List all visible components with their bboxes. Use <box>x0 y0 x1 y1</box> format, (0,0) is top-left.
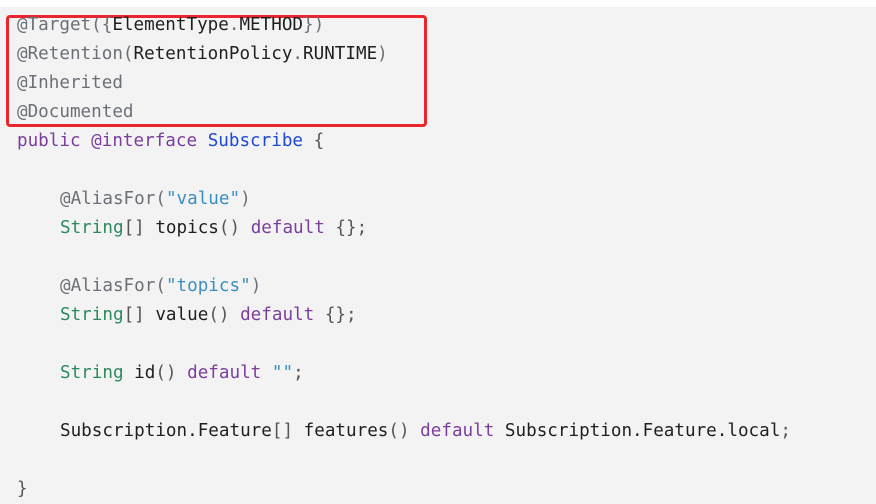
code-line: @Inherited <box>17 69 123 98</box>
code-token: ElementType <box>112 15 229 35</box>
code-line: public @interface Subscribe { <box>17 127 324 156</box>
code-token: Subscribe <box>207 131 304 151</box>
code-token: default <box>187 363 272 383</box>
code-token: topics <box>155 218 219 238</box>
code-token: METHOD <box>239 15 304 35</box>
code-token: String <box>60 363 135 383</box>
code-token: public <box>17 131 92 151</box>
code-token: }) <box>303 15 325 35</box>
code-token: . <box>292 44 304 64</box>
code-token: features <box>303 421 389 441</box>
code-token: () <box>218 218 251 238</box>
code-token: default <box>420 421 505 441</box>
code-token: Subscription.Feature.local <box>504 421 781 441</box>
code-token: RUNTIME <box>303 44 378 64</box>
code-token: String <box>60 218 124 238</box>
code-token: } <box>17 479 28 499</box>
code-line: String[] topics() default {}; <box>17 214 367 243</box>
code-line: @Retention(RetentionPolicy.RUNTIME) <box>17 40 388 69</box>
code-token: [] <box>123 218 156 238</box>
code-token: ) <box>240 189 251 209</box>
code-token: Subscription.Feature <box>60 421 272 441</box>
code-token: id <box>134 363 156 383</box>
code-token: () <box>208 305 241 325</box>
code-token: "topics" <box>165 276 251 296</box>
code-line: @AliasFor("value") <box>17 185 251 214</box>
code-token: value <box>155 305 209 325</box>
code-token: ; <box>293 363 304 383</box>
code-token: "" <box>271 363 294 383</box>
code-token: "value" <box>165 189 241 209</box>
code-token: String <box>60 305 124 325</box>
code-token: . <box>228 15 240 35</box>
code-line: @Documented <box>17 98 134 127</box>
code-token: default <box>240 305 315 325</box>
code-line: @AliasFor("topics") <box>17 272 261 301</box>
code-token: [] <box>271 421 304 441</box>
code-token: {}; <box>314 305 357 325</box>
code-token: ; <box>780 421 791 441</box>
code-line: Subscription.Feature[] features() defaul… <box>17 417 791 446</box>
code-token: @Target({ <box>17 15 113 35</box>
code-token: ) <box>377 44 388 64</box>
code-token: @Retention( <box>17 44 134 64</box>
code-token: () <box>388 421 421 441</box>
code-token: { <box>303 131 325 151</box>
code-token: ) <box>250 276 262 296</box>
code-line: } <box>17 475 28 504</box>
code-token: @Documented <box>17 102 134 122</box>
code-token: @interface <box>91 131 208 151</box>
code-token: RetentionPolicy <box>133 44 293 64</box>
code-line: String id() default ""; <box>17 359 304 388</box>
code-token: @AliasFor( <box>60 189 166 209</box>
code-token: [] <box>123 305 156 325</box>
code-token: @Inherited <box>17 73 123 93</box>
code-block: @Target({ElementType.METHOD}) @Retention(… <box>0 7 876 504</box>
code-token: {}; <box>324 218 368 238</box>
code-token: @AliasFor( <box>60 276 166 296</box>
code-token: default <box>250 218 325 238</box>
code-token: () <box>155 363 188 383</box>
code-line: String[] value() default {}; <box>17 301 357 330</box>
code-line: @Target({ElementType.METHOD}) <box>17 11 324 40</box>
